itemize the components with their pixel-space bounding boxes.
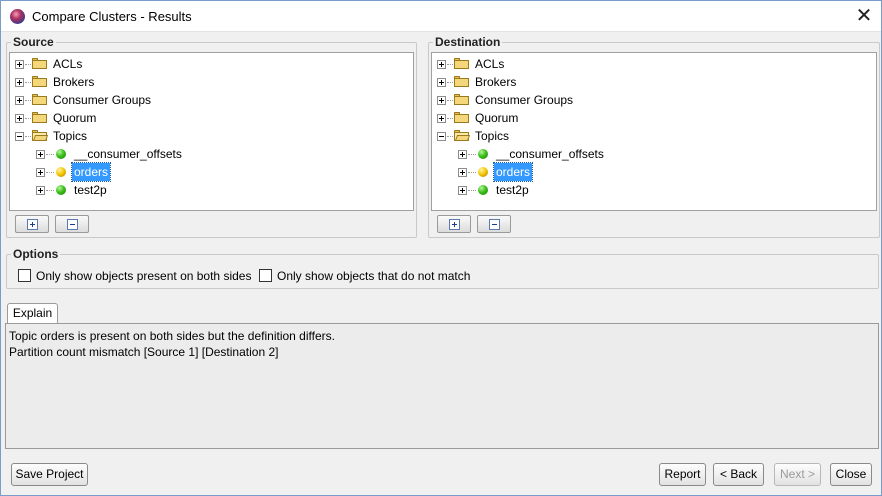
folder-icon [454,94,469,105]
expand-icon[interactable] [458,186,467,195]
destination-tree[interactable]: ACLs Brokers Consumer Groups Quorum Topi… [431,52,877,211]
both-sides-checkbox-label[interactable]: Only show objects present on both sides [36,269,251,283]
source-group: Source ACLs Brokers Consumer Groups Quor… [6,35,417,238]
explain-panel: Topic orders is present on both sides bu… [5,323,879,449]
expand-icon[interactable] [437,78,446,87]
window-title: Compare Clusters - Results [32,9,192,24]
folder-icon [32,94,47,105]
compare-results-window: Compare Clusters - Results ✕ Source ACLs… [0,0,882,496]
expand-icon[interactable] [458,168,467,177]
folder-icon [32,58,47,69]
destination-collapse-all-button[interactable] [477,215,511,233]
save-project-button[interactable]: Save Project [11,463,88,486]
collapse-icon[interactable] [437,132,446,141]
source-tree[interactable]: ACLs Brokers Consumer Groups Quorum Topi… [9,52,414,211]
folder-icon [454,112,469,123]
status-differs-icon [478,167,488,177]
open-folder-icon [32,130,49,141]
collapse-icon[interactable] [15,132,24,141]
tree-node-label: test2p [74,183,107,197]
not-match-checkbox[interactable] [259,269,272,282]
expand-icon[interactable] [458,150,467,159]
source-collapse-all-button[interactable] [55,215,89,233]
tree-node-label: __consumer_offsets [74,147,182,161]
app-logo-icon [10,9,25,24]
expand-icon[interactable] [36,168,45,177]
tree-node-label: orders [70,162,112,182]
expand-icon[interactable] [15,78,24,87]
options-group: Options Only show objects present on bot… [6,247,879,289]
expand-icon[interactable] [437,114,446,123]
open-folder-icon [454,130,471,141]
status-match-icon [56,149,66,159]
tree-node-label: ACLs [53,57,83,71]
destination-group: Destination ACLs Brokers Consumer Groups [428,35,880,238]
options-group-label: Options [11,247,61,261]
source-group-label: Source [11,35,56,49]
destination-group-label: Destination [433,35,503,49]
status-match-icon [478,149,488,159]
report-button[interactable]: Report [659,463,706,486]
tree-node-label: Consumer Groups [475,93,574,107]
tree-node-label: __consumer_offsets [496,147,604,161]
expand-icon[interactable] [15,114,24,123]
back-button[interactable]: < Back [713,463,764,486]
expand-all-icon [27,219,38,230]
expand-icon[interactable] [437,60,446,69]
collapse-all-icon [489,219,500,230]
not-match-checkbox-label[interactable]: Only show objects that do not match [277,269,470,283]
tree-node-label: Topics [53,129,88,143]
folder-icon [454,58,469,69]
tree-node-label: Topics [475,129,510,143]
folder-icon [32,112,47,123]
tree-node-label: Consumer Groups [53,93,152,107]
source-expand-all-button[interactable] [15,215,49,233]
tree-node-label: Brokers [53,75,95,89]
expand-icon[interactable] [15,96,24,105]
status-match-icon [478,185,488,195]
folder-icon [32,76,47,87]
tree-node-label: Brokers [475,75,517,89]
expand-icon[interactable] [36,186,45,195]
tab-explain[interactable]: Explain [7,303,58,324]
close-window-icon[interactable]: ✕ [853,5,875,27]
explain-line: Partition count mismatch [Source 1] [Des… [9,345,279,359]
close-button[interactable]: Close [830,463,872,486]
explain-line: Topic orders is present on both sides bu… [9,329,335,343]
folder-icon [454,76,469,87]
tree-node-label: Quorum [475,111,519,125]
both-sides-checkbox[interactable] [18,269,31,282]
next-button[interactable]: Next > [774,463,821,486]
title-bar: Compare Clusters - Results ✕ [1,1,881,32]
expand-icon[interactable] [36,150,45,159]
tree-node-label: ACLs [475,57,505,71]
expand-all-icon [449,219,460,230]
expand-icon[interactable] [15,60,24,69]
tree-node-label: orders [492,162,534,182]
tree-node-label: Quorum [53,111,97,125]
tree-node-label: test2p [496,183,529,197]
status-match-icon [56,185,66,195]
expand-icon[interactable] [437,96,446,105]
destination-expand-all-button[interactable] [437,215,471,233]
collapse-all-icon [67,219,78,230]
status-differs-icon [56,167,66,177]
